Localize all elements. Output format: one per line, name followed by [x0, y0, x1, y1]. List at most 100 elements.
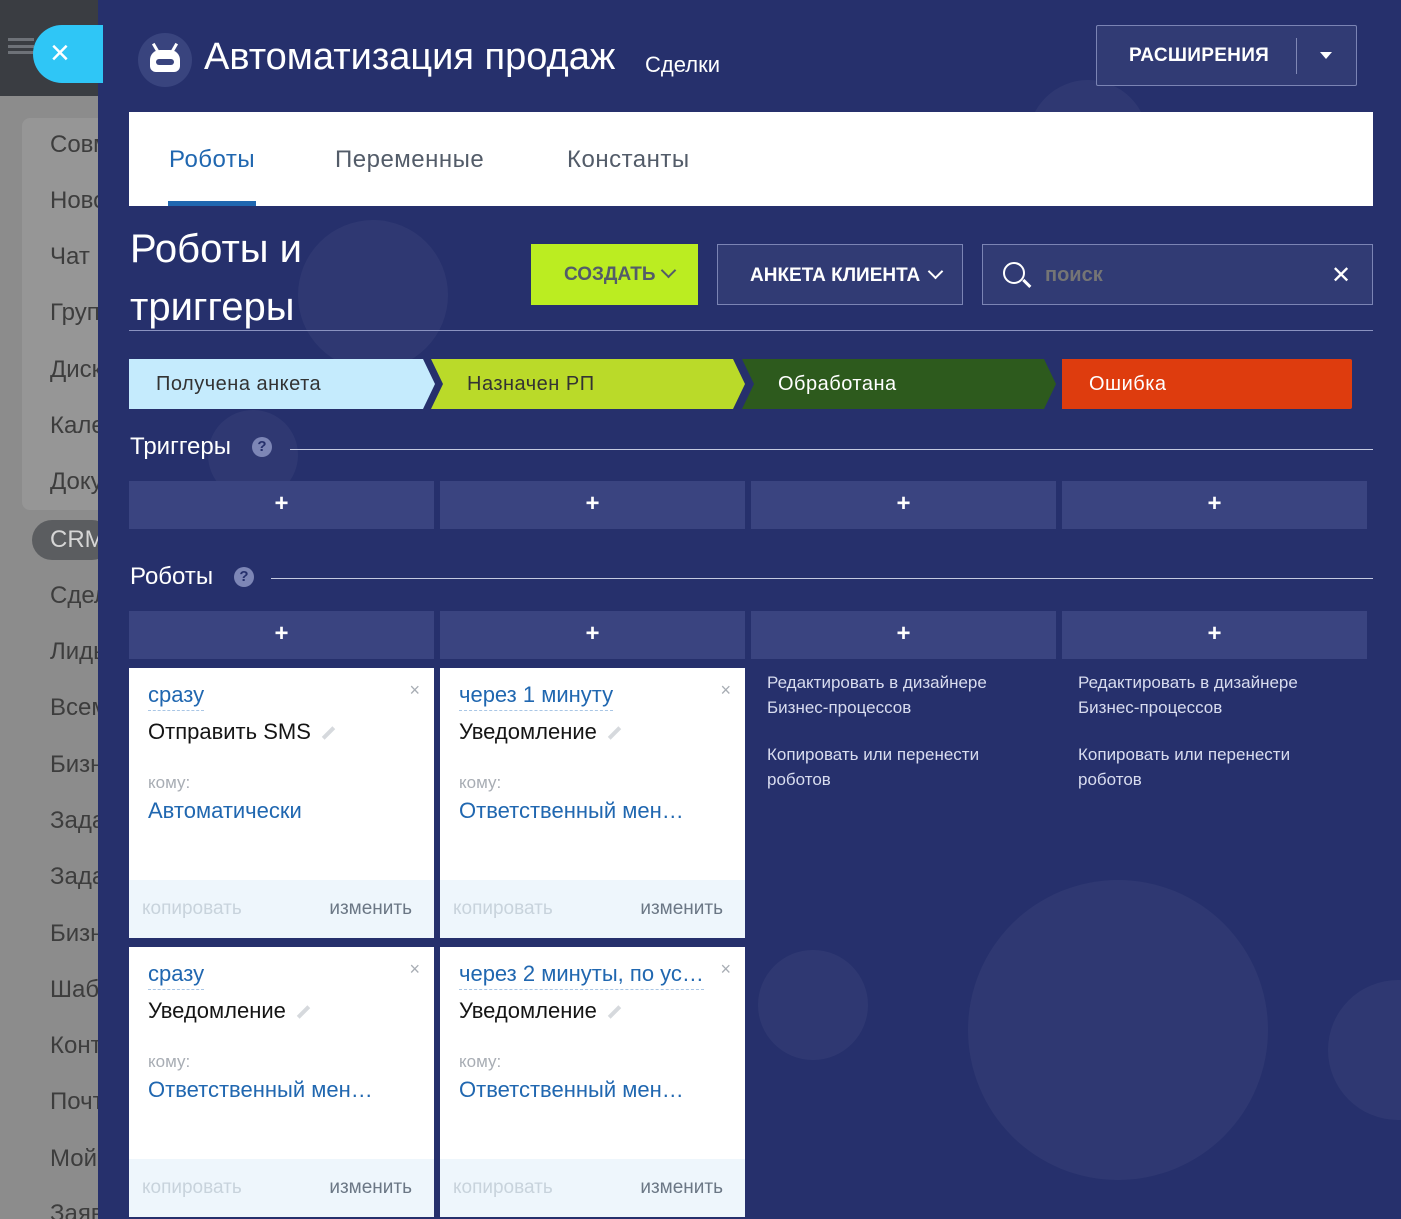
robot-name-text: Отправить SMS: [148, 719, 311, 744]
add-robot-button[interactable]: +: [129, 611, 434, 659]
copy-robot-link[interactable]: копировать: [142, 898, 242, 920]
robot-card-footer: копировать изменить: [129, 1159, 434, 1217]
triggers-divider: [290, 449, 1373, 450]
delete-robot-icon[interactable]: ×: [409, 680, 420, 701]
bg-menu-item: Диск: [50, 356, 103, 383]
robot-logo-icon: [138, 33, 192, 87]
bg-crm-item: Шаб: [50, 976, 100, 1003]
crm-label: CRM: [50, 526, 105, 553]
search-input[interactable]: [1045, 259, 1315, 291]
clear-search-icon[interactable]: ✕: [1331, 261, 1351, 290]
bg-crm-item: Бизн: [50, 920, 104, 947]
recipient-label: кому:: [459, 773, 502, 792]
bg-crm-item: Почт: [50, 1088, 104, 1115]
stage-assigned-pm[interactable]: Назначен РП: [431, 359, 745, 409]
bg-menu-item: Груп: [50, 299, 100, 326]
chevron-down-icon: [927, 263, 944, 280]
add-robot-button[interactable]: +: [751, 611, 1056, 659]
edit-in-designer-link[interactable]: Редактировать в дизайнере Бизнес-процесс…: [1078, 670, 1338, 720]
watermark-robot-icon: [968, 880, 1268, 1180]
stage-bar: Получена анкета Назначен РП Обработана О…: [129, 359, 1359, 409]
tab-variables[interactable]: Переменные: [335, 146, 484, 174]
create-button[interactable]: СОЗДАТЬ: [531, 244, 698, 305]
add-robot-button[interactable]: +: [440, 611, 745, 659]
recipient-value[interactable]: Ответственный мен…: [459, 1077, 684, 1103]
recipient-label: кому:: [148, 1052, 191, 1071]
tab-constants[interactable]: Константы: [567, 146, 690, 174]
bg-crm-item: Конт: [50, 1032, 102, 1059]
robot-card[interactable]: сразу × Уведомление кому: Ответственный …: [129, 947, 434, 1217]
copy-robot-link[interactable]: копировать: [453, 1177, 553, 1199]
automation-panel: Автоматизация продаж Сделки РАСШИРЕНИЯ Р…: [98, 0, 1401, 1219]
edit-robot-link[interactable]: изменить: [329, 898, 412, 920]
recipient-value[interactable]: Ответственный мен…: [148, 1077, 373, 1103]
burger-icon: [8, 38, 34, 54]
pencil-icon[interactable]: [607, 726, 622, 740]
edit-robot-link[interactable]: изменить: [640, 898, 723, 920]
section-title-line: триггеры: [130, 285, 295, 329]
pencil-icon[interactable]: [296, 1005, 311, 1019]
edit-robot-link[interactable]: изменить: [640, 1177, 723, 1199]
stage-error[interactable]: Ошибка: [1062, 359, 1352, 409]
page-title: Автоматизация продаж: [204, 36, 616, 78]
extensions-separator: [1296, 38, 1297, 74]
copy-move-robots-link[interactable]: Копировать или перенести роботов: [1078, 742, 1338, 792]
close-slider-button[interactable]: ×: [33, 25, 103, 83]
copy-move-robots-link[interactable]: Копировать или перенести роботов: [767, 742, 1027, 792]
bg-crm-item: Заяв: [50, 1200, 104, 1219]
add-trigger-button[interactable]: +: [1062, 481, 1367, 529]
delete-robot-icon[interactable]: ×: [720, 680, 731, 701]
search-icon: [1003, 262, 1025, 284]
add-trigger-button[interactable]: +: [751, 481, 1056, 529]
bg-menu-item: Чат: [50, 243, 90, 270]
recipient-label: кому:: [148, 773, 191, 792]
help-icon[interactable]: ?: [252, 437, 272, 457]
recipient-value[interactable]: Автоматически: [148, 798, 302, 824]
recipient-value[interactable]: Ответственный мен…: [459, 798, 684, 824]
robot-card[interactable]: через 1 минуту × Уведомление кому: Ответ…: [440, 668, 745, 938]
edit-in-designer-link[interactable]: Редактировать в дизайнере Бизнес-процесс…: [767, 670, 1027, 720]
pencil-icon[interactable]: [321, 726, 336, 740]
pencil-icon[interactable]: [607, 1005, 622, 1019]
copy-robot-link[interactable]: копировать: [453, 898, 553, 920]
robot-delay-link[interactable]: сразу: [148, 961, 205, 990]
robot-delay-link[interactable]: сразу: [148, 682, 205, 711]
bg-crm-item: Зада: [50, 863, 106, 890]
robots-title: Роботы: [130, 563, 214, 590]
robot-card[interactable]: через 2 минуты, по ус… × Уведомление ком…: [440, 947, 745, 1217]
robot-name-text: Уведомление: [459, 719, 597, 744]
robot-name: Уведомление: [459, 998, 622, 1024]
tab-bar: Роботы Переменные Константы: [129, 112, 1373, 206]
customer-form-button[interactable]: АНКЕТА КЛИЕНТА: [717, 244, 963, 305]
tab-robots[interactable]: Роботы: [169, 146, 255, 174]
section-title: Роботы и триггеры: [130, 220, 430, 336]
robot-name: Отправить SMS: [148, 719, 336, 745]
background-app: Совм Ново Чат Груп Диск Кале Доку CRM Сд…: [0, 0, 112, 1219]
copy-robot-link[interactable]: копировать: [142, 1177, 242, 1199]
stage-received-form[interactable]: Получена анкета: [129, 359, 435, 409]
recipient-label: кому:: [459, 1052, 502, 1071]
stage-processed[interactable]: Обработана: [742, 359, 1056, 409]
edit-robot-link[interactable]: изменить: [329, 1177, 412, 1199]
robot-delay-link[interactable]: через 1 минуту: [459, 682, 614, 711]
add-trigger-button[interactable]: +: [129, 481, 434, 529]
watermark-robot-icon: [1328, 980, 1401, 1120]
extensions-button[interactable]: РАСШИРЕНИЯ: [1096, 25, 1357, 86]
extensions-label: РАСШИРЕНИЯ: [1129, 45, 1270, 66]
robots-divider: [271, 578, 1373, 579]
robot-card[interactable]: сразу × Отправить SMS кому: Автоматическ…: [129, 668, 434, 938]
robot-card-footer: копировать изменить: [129, 880, 434, 938]
caret-down-icon[interactable]: [1320, 52, 1332, 59]
active-tab-indicator: [168, 201, 256, 206]
chevron-down-icon: [660, 262, 677, 279]
robot-name-text: Уведомление: [459, 998, 597, 1023]
bg-crm-item: Мой: [50, 1145, 98, 1172]
add-trigger-button[interactable]: +: [440, 481, 745, 529]
delete-robot-icon[interactable]: ×: [720, 959, 731, 980]
page-subtitle: Сделки: [645, 52, 720, 77]
help-icon[interactable]: ?: [234, 567, 254, 587]
robot-delay-link[interactable]: через 2 минуты, по ус…: [459, 961, 704, 990]
robot-card-footer: копировать изменить: [440, 880, 745, 938]
add-robot-button[interactable]: +: [1062, 611, 1367, 659]
delete-robot-icon[interactable]: ×: [409, 959, 420, 980]
